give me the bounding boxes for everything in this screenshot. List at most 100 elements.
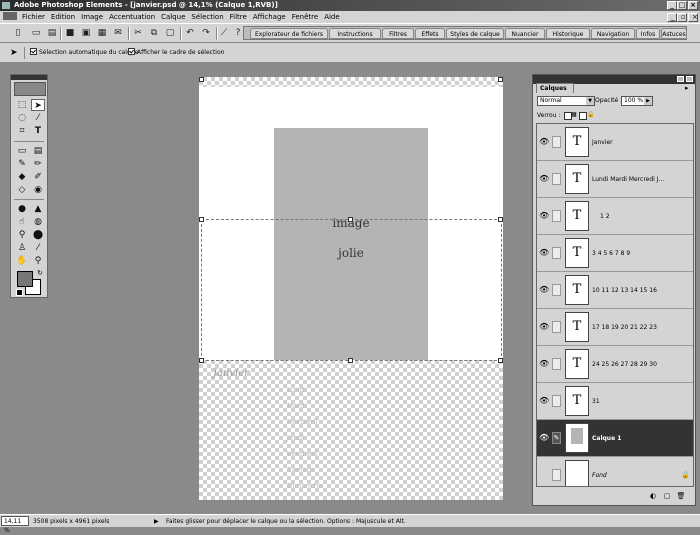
brush-icon[interactable]: ✎ xyxy=(552,432,561,444)
transform-handle[interactable] xyxy=(498,77,503,82)
burn-tool-icon[interactable]: ⬤ xyxy=(31,229,45,241)
paste-icon[interactable]: ▢ xyxy=(164,27,176,39)
copy-icon[interactable]: ⧉ xyxy=(148,27,160,39)
eye-icon[interactable]: 👁 xyxy=(539,322,549,332)
print-preview-icon[interactable]: ▦ xyxy=(96,27,108,39)
link-toggle[interactable] xyxy=(552,173,561,185)
palette-minimize-button[interactable] xyxy=(677,76,684,82)
close-button[interactable]: × xyxy=(688,1,698,10)
palette-menu-icon[interactable]: ▸ xyxy=(685,84,689,92)
palette-close-button[interactable] xyxy=(686,76,693,82)
layer-row[interactable]: 👁 T 3 4 5 6 7 8 9 xyxy=(537,235,693,272)
impressionist-brush-icon[interactable]: ✐ xyxy=(31,171,45,183)
type-tool-icon[interactable]: T xyxy=(31,125,45,137)
tab-calques[interactable]: Calques xyxy=(536,83,574,93)
layer-row[interactable]: 👁 T Lundi Mardi Mercredi J... xyxy=(537,161,693,198)
transform-handle[interactable] xyxy=(199,217,204,222)
menu-fenetre[interactable]: Fenêtre xyxy=(289,11,321,23)
sharpen-tool-icon[interactable]: ▲ xyxy=(31,203,45,215)
save-icon[interactable]: ■ xyxy=(64,27,76,39)
brush-tool-icon[interactable]: ✎ xyxy=(15,158,29,170)
gradient-tool-icon[interactable]: ▤ xyxy=(31,145,45,157)
transform-handle[interactable] xyxy=(498,217,503,222)
lasso-tool-icon[interactable]: ◌ xyxy=(15,112,29,124)
tab-effets[interactable]: Effets xyxy=(415,28,445,39)
eyedropper-icon[interactable]: ⁄ xyxy=(31,242,45,254)
new-layer-icon[interactable]: ▢ xyxy=(662,491,672,501)
auto-select-option[interactable]: Sélection automatique du calque xyxy=(30,43,138,63)
shape-tool-icon[interactable]: ▭ xyxy=(15,145,29,157)
layer-row[interactable]: 👁 T 17 18 19 20 21 22 23 xyxy=(537,309,693,346)
sponge-tool-icon[interactable]: ◍ xyxy=(31,216,45,228)
browse-icon[interactable]: ▤ xyxy=(46,27,58,39)
default-colors-icon[interactable] xyxy=(16,289,23,296)
smudge-tool-icon[interactable]: ☝ xyxy=(15,216,29,228)
transform-handle[interactable] xyxy=(348,217,353,222)
link-toggle[interactable] xyxy=(552,358,561,370)
eye-icon[interactable]: 👁 xyxy=(539,137,549,147)
doc-minimize-button[interactable]: _ xyxy=(667,13,677,22)
magic-wand-icon[interactable]: ⁄ xyxy=(31,112,45,124)
tab-astuces[interactable]: Astuces xyxy=(661,28,687,39)
auto-select-checkbox[interactable] xyxy=(30,48,37,55)
link-toggle[interactable] xyxy=(552,136,561,148)
foreground-color-swatch-top[interactable] xyxy=(17,271,33,287)
menu-calque[interactable]: Calque xyxy=(158,11,188,23)
link-toggle[interactable] xyxy=(552,247,561,259)
menu-filtre[interactable]: Filtre xyxy=(227,11,250,23)
marquee-tool-icon[interactable]: ⬚ xyxy=(15,99,29,111)
email-icon[interactable]: ✉ xyxy=(112,27,124,39)
eraser-tool-icon[interactable]: ◇ xyxy=(15,184,29,196)
crop-tool-icon[interactable]: ⌗ xyxy=(15,125,29,137)
transform-handle[interactable] xyxy=(199,77,204,82)
eye-icon[interactable]: 👁 xyxy=(539,396,549,406)
doc-restore-button[interactable]: ▫ xyxy=(677,13,687,22)
layer-row[interactable]: 👁 T Janvier xyxy=(537,124,693,161)
link-toggle[interactable] xyxy=(552,321,561,333)
zoom-field[interactable]: 14,11 % xyxy=(1,516,29,534)
document-canvas[interactable]: image jolie Janvier Lundi Mardi Mercredi… xyxy=(199,77,503,500)
layer-row[interactable]: 👁 T 24 25 26 27 28 29 30 xyxy=(537,346,693,383)
layer-row[interactable]: 👁 T 10 11 12 13 14 15 16 xyxy=(537,272,693,309)
zoom-tool-icon[interactable]: ⚲ xyxy=(31,255,45,267)
undo-icon[interactable]: ↶ xyxy=(184,27,196,39)
eye-icon[interactable]: 👁 xyxy=(539,433,549,443)
document-size[interactable]: 3508 pixels x 4961 pixels xyxy=(33,515,109,528)
trash-icon[interactable]: 🗑 xyxy=(676,491,686,501)
move-tool-icon[interactable]: ➤ xyxy=(10,43,18,63)
paint-bucket-icon[interactable]: ◆ xyxy=(15,171,29,183)
tab-instructions[interactable]: Instructions xyxy=(329,28,381,39)
blend-mode-select[interactable]: Normal ▼ xyxy=(537,96,595,106)
tab-nuancier[interactable]: Nuancier xyxy=(505,28,545,39)
eye-icon[interactable]: 👁 xyxy=(539,174,549,184)
new-file-icon[interactable]: ▯ xyxy=(12,27,24,39)
eye-icon[interactable]: 👁 xyxy=(539,248,549,258)
eye-icon[interactable]: 👁 xyxy=(539,211,549,221)
link-toggle[interactable] xyxy=(552,469,561,481)
adjustment-layer-icon[interactable]: ◐ xyxy=(648,491,658,501)
move-tool-icon[interactable]: ➤ xyxy=(31,99,45,111)
pencil-tool-icon[interactable]: ✏ xyxy=(31,158,45,170)
bounding-box-option[interactable]: Afficher le cadre de sélection xyxy=(128,43,224,63)
blur-tool-icon[interactable]: ● xyxy=(15,203,29,215)
layer-row[interactable]: 👁 T 1 2 xyxy=(537,198,693,235)
transform-handle[interactable] xyxy=(199,358,204,363)
open-icon[interactable]: ▭ xyxy=(30,27,42,39)
opacity-field[interactable]: 100 % ▶ xyxy=(621,96,653,106)
minimize-button[interactable]: _ xyxy=(667,1,677,10)
print-icon[interactable]: ▣ xyxy=(80,27,92,39)
menu-fichier[interactable]: Fichier xyxy=(19,11,48,23)
tab-historique[interactable]: Historique xyxy=(546,28,590,39)
link-toggle[interactable] xyxy=(552,395,561,407)
menu-edition[interactable]: Edition xyxy=(48,11,78,23)
redo-icon[interactable]: ↷ xyxy=(200,27,212,39)
layer-row[interactable]: 👁 T 31 xyxy=(537,383,693,420)
tab-infos[interactable]: Infos xyxy=(636,28,660,39)
bounding-box-checkbox[interactable] xyxy=(128,48,135,55)
doc-close-button[interactable]: × xyxy=(688,13,698,22)
tab-layer-styles[interactable]: Styles de calque xyxy=(446,28,504,39)
menu-image[interactable]: Image xyxy=(78,11,106,23)
quick-fix-icon[interactable]: ⟋ xyxy=(218,27,230,39)
tab-navigation[interactable]: Navigation xyxy=(591,28,635,39)
dodge-tool-icon[interactable]: ⚲ xyxy=(15,229,29,241)
